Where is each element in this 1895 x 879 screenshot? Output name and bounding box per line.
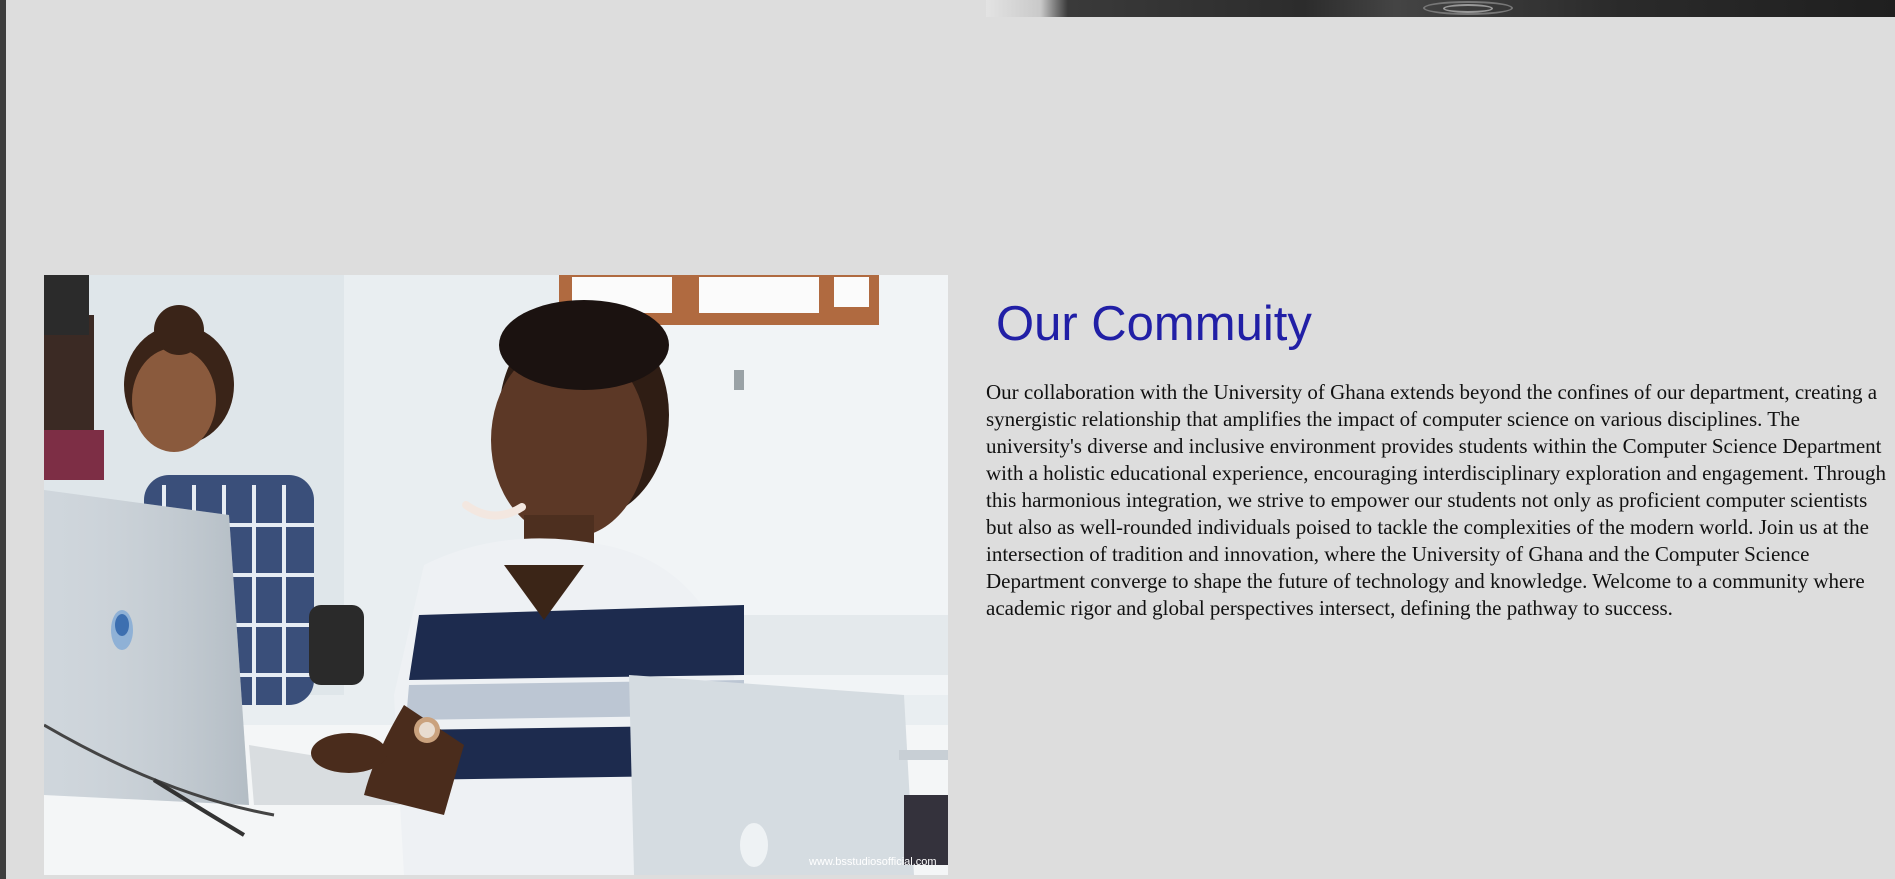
photo-watermark: www.bsstudiosofficial.com [808, 856, 937, 868]
community-heading: Our Commuity [996, 297, 1312, 351]
image-detail-ring-inner [1443, 4, 1493, 13]
community-paragraph: Our collaboration with the University of… [986, 380, 1886, 620]
community-photo: www.bsstudiosofficial.com [44, 275, 948, 875]
previous-section-image [986, 0, 1895, 17]
community-text-block: Our Commuity Our collaboration with the … [986, 295, 1891, 622]
community-section: www.bsstudiosofficial.com Our Commuity O… [6, 0, 1895, 879]
